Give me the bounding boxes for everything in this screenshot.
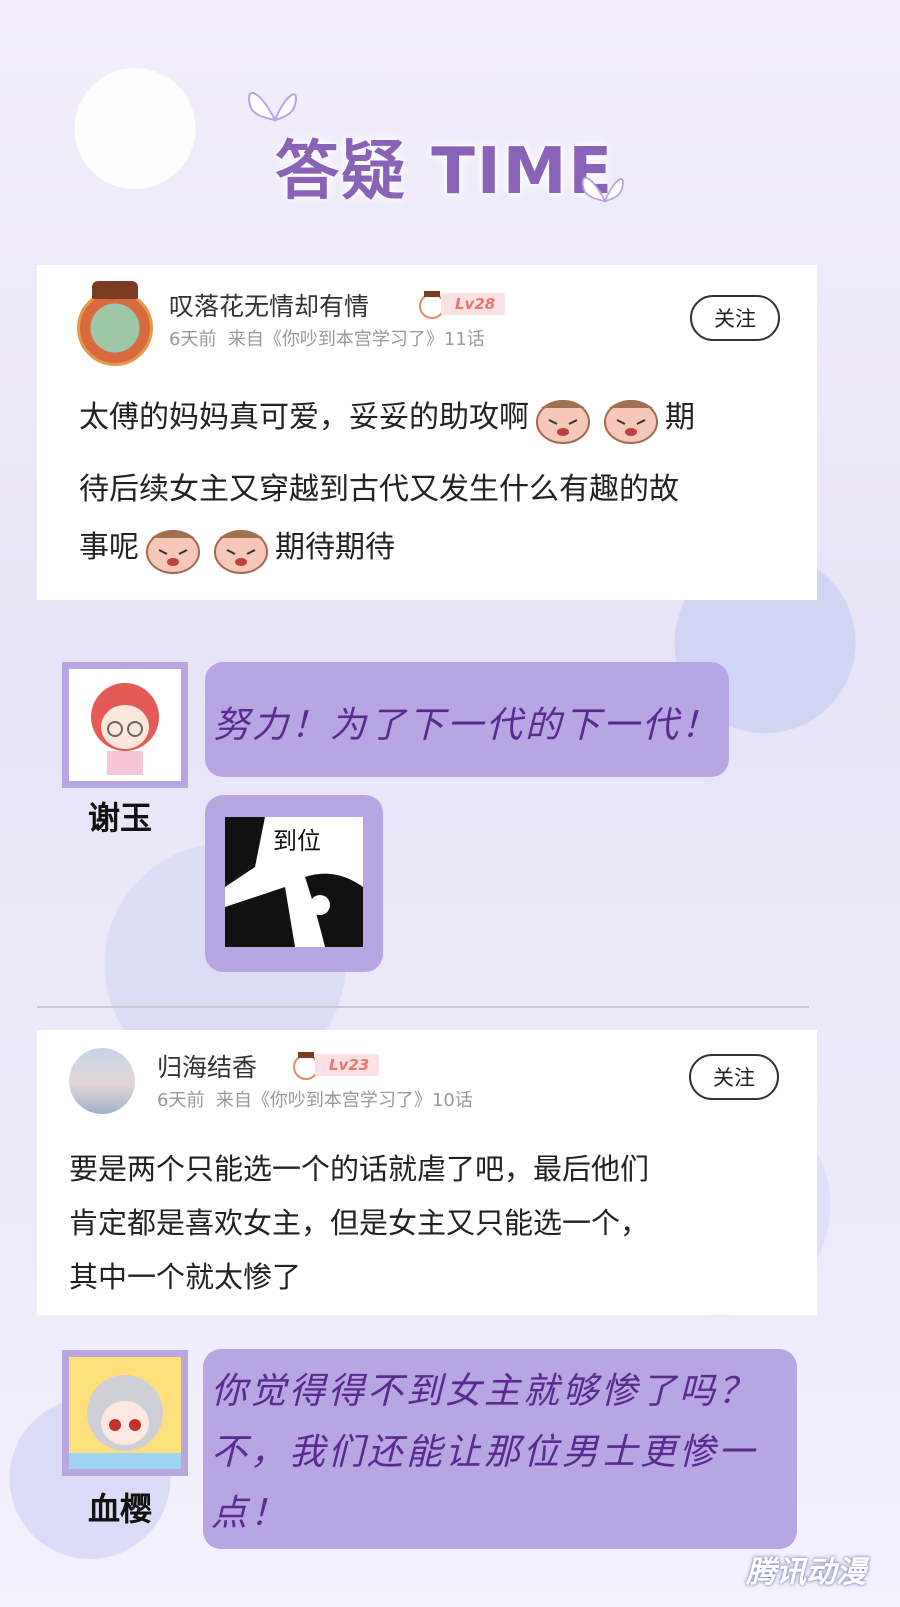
page-title: 答疑 TIME — [275, 135, 615, 209]
author-avatar-art — [69, 669, 181, 781]
username[interactable]: 叹落花无情却有情 — [169, 287, 369, 323]
laughing-emoji-icon — [213, 524, 269, 574]
sticker-bubble: 到位 — [205, 795, 383, 972]
watermark-logo: 腾讯动漫 — [746, 1555, 866, 1590]
laughing-emoji-icon — [145, 524, 201, 574]
comment-meta: 6天前 来自《你吵到本宫学习了》10话 — [157, 1090, 473, 1111]
reply-text: 努力！为了下一代的下一代！ — [213, 705, 721, 746]
username[interactable]: 归海结香 — [157, 1048, 257, 1084]
author-avatar — [62, 1350, 188, 1476]
level-badge: Lv23 — [291, 1050, 380, 1080]
author-name: 谢玉 — [88, 799, 153, 837]
title-banner: 答疑 TIME — [240, 80, 630, 220]
reply-bubble: 你觉得得不到女主就够惨了吗？ 不，我们还能让那位男士更惨一 点！ — [203, 1349, 797, 1549]
follow-button[interactable]: 关注 — [689, 1054, 779, 1100]
laughing-emoji-icon — [535, 394, 591, 444]
author-avatar — [62, 662, 188, 788]
user-avatar[interactable] — [77, 281, 153, 366]
sticker-caption: 到位 — [273, 827, 321, 855]
butterfly-icon — [581, 177, 624, 203]
reply-text: 你觉得得不到女主就够惨了吗？ 不，我们还能让那位男士更惨一 点！ — [211, 1371, 758, 1534]
comment-card: 叹落花无情却有情 Lv28 6天前 来自《你吵到本宫学习了》11话 关注 太傅的… — [37, 265, 817, 600]
level-badge: Lv28 — [417, 289, 506, 319]
author-avatar-art — [69, 1357, 181, 1469]
divider — [37, 1006, 809, 1008]
reply-bubble: 努力！为了下一代的下一代！ — [205, 662, 729, 777]
hat-icon — [92, 281, 138, 299]
comment-card: 归海结香 Lv23 6天前 来自《你吵到本宫学习了》10话 关注 要是两个只能选… — [37, 1030, 817, 1315]
comment-text: 要是两个只能选一个的话就虐了吧，最后他们 肯定都是喜欢女主，但是女主又只能选一个… — [69, 1152, 650, 1294]
author-name: 血樱 — [88, 1490, 153, 1528]
comment-meta: 6天前 来自《你吵到本宫学习了》11话 — [169, 329, 485, 350]
comment-text: 太傅的妈妈真可爱，妥妥的助攻啊期 待后续女主又穿越到古代又发生什么有趣的故 事呢… — [79, 380, 799, 586]
follow-button[interactable]: 关注 — [690, 295, 780, 341]
laughing-emoji-icon — [603, 394, 659, 444]
sticker-image: 到位 — [225, 817, 363, 947]
user-avatar[interactable] — [69, 1048, 135, 1114]
